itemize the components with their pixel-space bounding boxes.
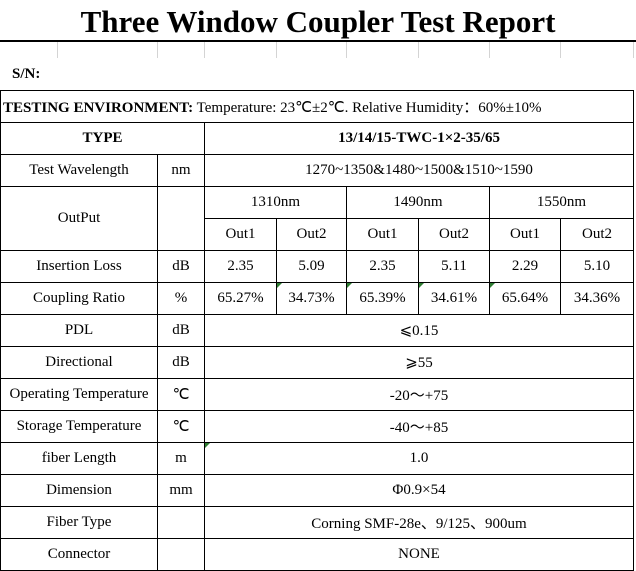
insertion-loss-value[interactable]: 2.29 — [489, 250, 561, 283]
insertion-loss-row: Insertion Loss dB 2.35 5.09 2.35 5.11 2.… — [0, 250, 635, 283]
wavelength-header[interactable]: 1310nm — [204, 186, 347, 219]
wavelength-header[interactable]: 1550nm — [488, 186, 635, 219]
spec-unit[interactable]: ℃ — [157, 378, 205, 411]
spec-row-fiber-length: fiber Length m 1.0 — [0, 442, 635, 475]
port-header[interactable]: Out1 — [489, 218, 561, 251]
sheet-gridline — [57, 42, 58, 58]
spec-label[interactable]: fiber Length — [0, 442, 158, 475]
spec-value[interactable]: ⩾55 — [203, 346, 635, 379]
spec-value[interactable]: ⩽0.15 — [203, 314, 635, 347]
coupling-ratio-unit[interactable]: % — [157, 282, 205, 315]
sheet-gridline — [276, 42, 277, 58]
test-wavelength-label[interactable]: Test Wavelength — [0, 154, 158, 187]
insertion-loss-unit[interactable]: dB — [157, 250, 205, 283]
spec-unit[interactable]: dB — [157, 314, 205, 347]
coupling-ratio-value[interactable]: 34.36% — [559, 282, 635, 315]
spec-row-fiber-type: Fiber Type Corning SMF-28e、9/125、900um — [0, 506, 635, 539]
coupling-ratio-value[interactable]: 65.64% — [489, 282, 561, 315]
spec-row-connector: Connector NONE — [0, 538, 635, 571]
output-unit[interactable] — [157, 186, 205, 251]
insertion-loss-value[interactable]: 5.11 — [418, 250, 490, 283]
test-wavelength-unit[interactable]: nm — [157, 154, 205, 187]
insertion-loss-label[interactable]: Insertion Loss — [0, 250, 158, 283]
spec-value[interactable]: NONE — [203, 538, 635, 571]
output-label[interactable]: OutPut — [0, 186, 158, 251]
spec-label[interactable]: Directional — [0, 346, 158, 379]
spec-label[interactable]: Storage Temperature — [0, 410, 158, 443]
insertion-loss-value[interactable]: 5.09 — [276, 250, 347, 283]
wavelength-header[interactable]: 1490nm — [346, 186, 490, 219]
spec-label[interactable]: Operating Temperature — [0, 378, 158, 411]
report-title: Three Window Coupler Test Report — [80, 4, 556, 39]
spec-value[interactable]: Φ0.9×54 — [203, 474, 635, 507]
environment-label: TESTING ENVIRONMENT: — [3, 100, 194, 116]
spec-label[interactable]: Dimension — [0, 474, 158, 507]
coupling-ratio-value[interactable]: 34.73% — [276, 282, 347, 315]
coupling-ratio-row: Coupling Ratio % 65.27% 34.73% 65.39% 34… — [0, 282, 635, 315]
serial-number-label: S/N: — [12, 66, 41, 82]
spec-row-pdl: PDL dB ⩽0.15 — [0, 314, 635, 347]
output-wavelength-row: OutPut 1310nm 1490nm 1550nm — [0, 186, 635, 251]
spec-value[interactable]: -20～+75 — [203, 378, 635, 411]
sheet-gridline — [560, 42, 561, 58]
test-wavelength-row: Test Wavelength nm 1270~1350&1480~1500&1… — [0, 154, 635, 187]
spec-value[interactable]: 1.0 — [203, 442, 635, 475]
coupling-ratio-value[interactable]: 65.39% — [346, 282, 419, 315]
spec-row-directional: Directional dB ⩾55 — [0, 346, 635, 379]
insertion-loss-value[interactable]: 2.35 — [346, 250, 419, 283]
insertion-loss-value[interactable]: 2.35 — [204, 250, 277, 283]
type-label[interactable]: TYPE — [0, 122, 205, 155]
spec-value[interactable]: -40～+85 — [203, 410, 635, 443]
sheet-gridline — [157, 42, 158, 58]
spec-label[interactable]: PDL — [0, 314, 158, 347]
spec-row-operating-temperature: Operating Temperature ℃ -20～+75 — [0, 378, 635, 411]
port-header[interactable]: Out2 — [276, 218, 347, 251]
spec-unit[interactable] — [157, 506, 205, 539]
sheet-gridline — [489, 42, 490, 58]
spec-unit[interactable] — [157, 538, 205, 571]
sheet-gridline — [633, 42, 634, 58]
insertion-loss-value[interactable]: 5.10 — [559, 250, 635, 283]
coupling-ratio-value[interactable]: 34.61% — [418, 282, 490, 315]
sheet-gridline — [346, 42, 347, 58]
coupling-ratio-value[interactable]: 65.27% — [204, 282, 277, 315]
spec-row-storage-temperature: Storage Temperature ℃ -40～+85 — [0, 410, 635, 443]
test-wavelength-value[interactable]: 1270~1350&1480~1500&1510~1590 — [203, 154, 635, 187]
port-header[interactable]: Out1 — [204, 218, 277, 251]
spec-unit[interactable]: m — [157, 442, 205, 475]
spec-row-dimension: Dimension mm Φ0.9×54 — [0, 474, 635, 507]
title-divider — [0, 40, 636, 42]
port-header[interactable]: Out2 — [559, 218, 635, 251]
spec-value[interactable]: Corning SMF-28e、9/125、900um — [203, 506, 635, 539]
spec-label[interactable]: Connector — [0, 538, 158, 571]
sheet-gridline — [418, 42, 419, 58]
spec-unit[interactable]: ℃ — [157, 410, 205, 443]
environment-row: TESTING ENVIRONMENT: Temperature: 23℃±2℃… — [0, 90, 635, 123]
type-row: TYPE 13/14/15-TWC-1×2-35/65 — [0, 122, 635, 155]
coupling-ratio-label[interactable]: Coupling Ratio — [0, 282, 158, 315]
sheet-gridline — [204, 42, 205, 58]
type-value[interactable]: 13/14/15-TWC-1×2-35/65 — [203, 122, 635, 155]
environment-text: Temperature: 23℃±2℃. Relative Humidity：6… — [196, 100, 542, 116]
port-header[interactable]: Out1 — [346, 218, 419, 251]
test-report-table: TESTING ENVIRONMENT: Temperature: 23℃±2℃… — [0, 90, 635, 571]
environment-cell[interactable]: TESTING ENVIRONMENT: Temperature: 23℃±2℃… — [0, 90, 635, 123]
port-header[interactable]: Out2 — [418, 218, 490, 251]
spec-unit[interactable]: dB — [157, 346, 205, 379]
spec-unit[interactable]: mm — [157, 474, 205, 507]
spec-label[interactable]: Fiber Type — [0, 506, 158, 539]
